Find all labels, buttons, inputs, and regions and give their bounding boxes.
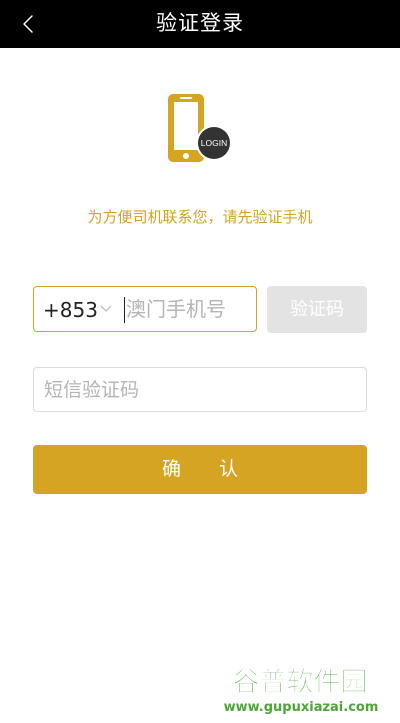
phone-field[interactable]: +853: [33, 286, 257, 332]
country-code-selector[interactable]: +853: [43, 287, 98, 333]
nav-bar: 验证登录: [0, 0, 400, 48]
hint-text: 为方便司机联系您，请先验证手机: [87, 208, 313, 226]
phone-login-icon: LOGIN: [168, 94, 232, 162]
watermark-title: 谷普软件园: [233, 666, 368, 698]
send-code-button[interactable]: 验证码: [267, 286, 367, 333]
sms-code-input[interactable]: [44, 369, 354, 410]
text-cursor: [124, 297, 125, 323]
page-title: 验证登录: [156, 11, 244, 35]
sms-code-field[interactable]: [33, 367, 367, 412]
watermark-logo: 谷普软件园 www.gupuxiazai.com: [224, 666, 379, 715]
login-badge-text: LOGIN: [201, 138, 227, 148]
watermark-url: www.gupuxiazai.com: [224, 700, 379, 715]
phone-input[interactable]: [126, 288, 254, 330]
confirm-button[interactable]: 确 认: [33, 445, 367, 494]
chevron-down-icon[interactable]: [100, 305, 112, 313]
